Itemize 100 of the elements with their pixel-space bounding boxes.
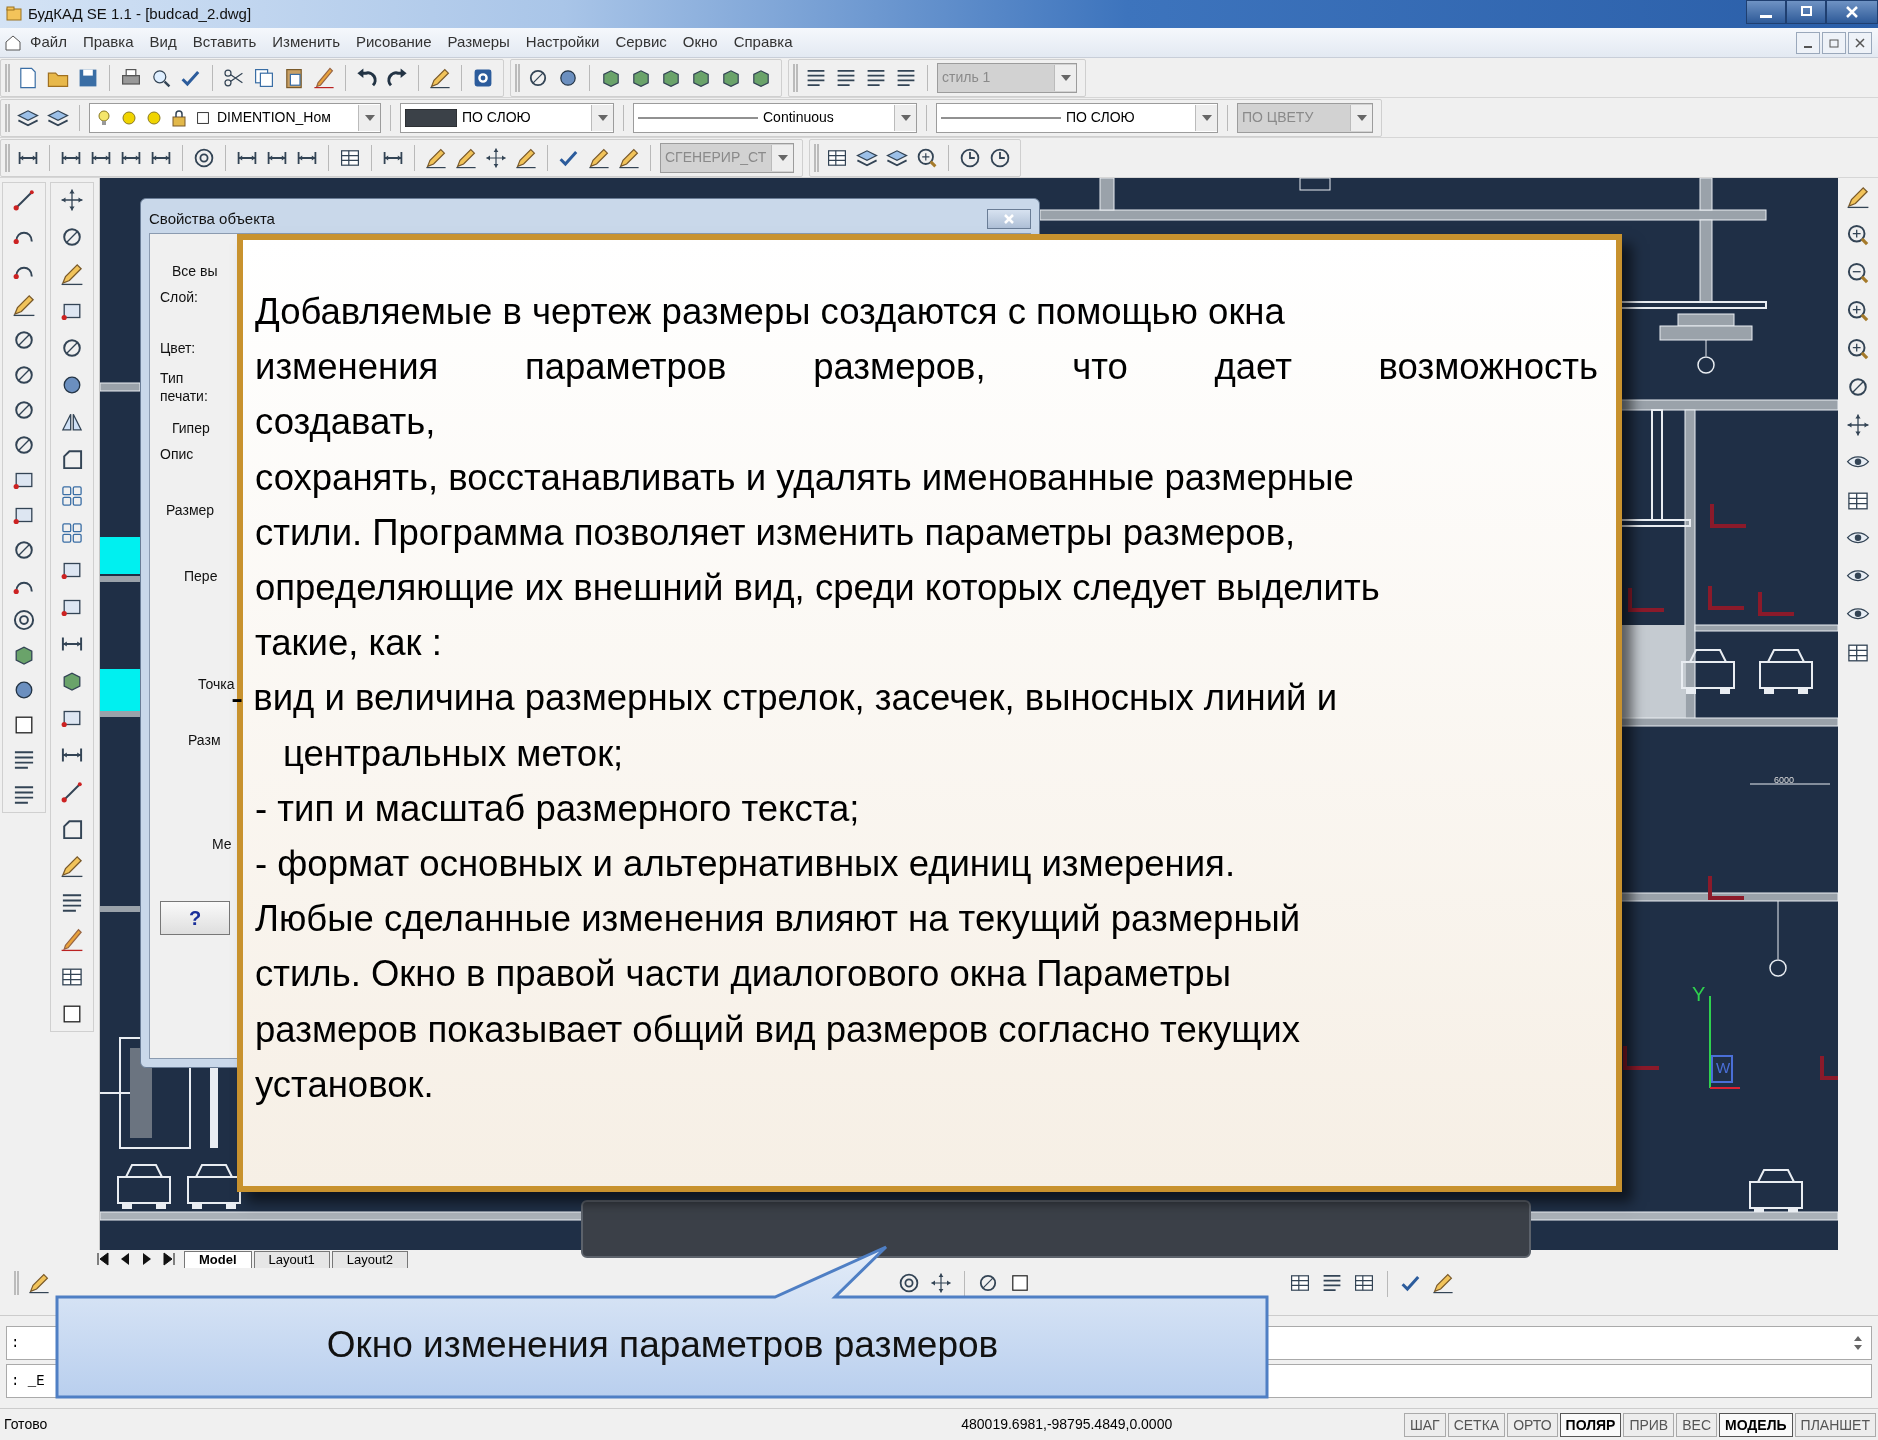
close-button[interactable] bbox=[1848, 31, 1872, 54]
caret-icon[interactable] bbox=[597, 114, 608, 121]
pencil-icon[interactable] bbox=[59, 261, 85, 287]
move-icon[interactable] bbox=[1845, 412, 1871, 438]
close-icon bbox=[1003, 213, 1015, 225]
pencil-icon[interactable] bbox=[11, 292, 37, 318]
paragraph-line: Любые сделанные изменения влияют на текущий размерный bbox=[255, 897, 1301, 942]
paragraph-line: размеров показывает общий вид размеров согласно текущих bbox=[255, 1007, 1300, 1052]
status-toggle[interactable]: ПРИВ bbox=[1623, 1412, 1675, 1437]
linetype-dropdown[interactable]: Continuous bbox=[633, 102, 917, 133]
paragraph-line: - формат основных и альтернативных единиц измерения. bbox=[255, 842, 1236, 887]
app-icon bbox=[6, 6, 22, 22]
close-button[interactable] bbox=[1826, 0, 1878, 24]
caret-icon[interactable] bbox=[900, 114, 911, 121]
move-icon[interactable] bbox=[59, 187, 85, 213]
line-icon[interactable] bbox=[59, 779, 85, 805]
status-message: Готово bbox=[4, 1415, 48, 1434]
paragraph-line: сохранять, восстанавливать и удалять именованные размерные bbox=[255, 455, 1354, 500]
layout-tab[interactable]: Layout2 bbox=[331, 1251, 409, 1268]
field-label: Цвет: bbox=[160, 339, 197, 357]
status-toggle[interactable]: ПЛАНШЕТ bbox=[1794, 1412, 1876, 1437]
paragraph-line: определяющие их внешний вид, среди которых следует выделить bbox=[255, 566, 1380, 610]
first-page-icon[interactable] bbox=[96, 1252, 110, 1266]
menu-item[interactable]: Сервис bbox=[607, 31, 675, 54]
last-page-icon[interactable] bbox=[162, 1252, 176, 1266]
dialog-close-button[interactable] bbox=[987, 209, 1031, 229]
minimize-button[interactable] bbox=[1796, 31, 1820, 54]
layer-dropdown[interactable]: DIMENTION_Ном bbox=[89, 102, 381, 133]
menu-item[interactable]: Размеры bbox=[439, 31, 518, 54]
pencil-icon[interactable] bbox=[59, 853, 85, 879]
pencil-icon[interactable] bbox=[1431, 1271, 1455, 1295]
target-icon[interactable] bbox=[897, 1271, 921, 1295]
restore-icon bbox=[1828, 36, 1840, 49]
status-toggle[interactable]: ПОЛЯР bbox=[1559, 1412, 1622, 1437]
restore-icon bbox=[1799, 6, 1813, 18]
status-toggle[interactable]: МОДЕЛЬ bbox=[1719, 1412, 1793, 1437]
maximize-button[interactable] bbox=[1786, 0, 1826, 24]
menu-item[interactable]: Вид bbox=[141, 31, 185, 54]
layout-tab[interactable]: Model bbox=[184, 1251, 252, 1268]
toolbar-grip[interactable] bbox=[5, 103, 10, 132]
window-title: БудКАД SE 1.1 - [budcad_2.dwg] bbox=[28, 3, 252, 24]
menu-item[interactable]: Файл bbox=[22, 31, 75, 54]
dimension-text: 6000 bbox=[1774, 774, 1795, 787]
menu-item[interactable]: Вставить bbox=[184, 31, 265, 54]
paragraph-line: изменения параметров размеров, что дает возможность bbox=[255, 345, 1598, 390]
menu-item[interactable]: Рисование bbox=[347, 31, 440, 54]
zoom-in-icon[interactable] bbox=[1845, 222, 1871, 248]
status-toggle[interactable]: СЕТКА bbox=[1447, 1412, 1506, 1437]
minimize-button[interactable] bbox=[1746, 0, 1786, 24]
status-toggle[interactable]: ВЕС bbox=[1676, 1412, 1717, 1437]
dialog-title: Свойства объекта bbox=[149, 208, 275, 229]
pencil-icon[interactable] bbox=[1845, 184, 1871, 210]
move-icon[interactable] bbox=[929, 1271, 953, 1295]
toolbar-grip[interactable] bbox=[5, 143, 10, 172]
status-toggle[interactable]: ШАГ bbox=[1403, 1412, 1446, 1437]
menu-item[interactable]: Изменить bbox=[264, 31, 348, 54]
minimize-icon bbox=[1804, 45, 1812, 48]
zoom-out-icon[interactable] bbox=[1845, 260, 1871, 286]
move-icon[interactable] bbox=[484, 145, 508, 170]
pencil-icon[interactable] bbox=[27, 1271, 51, 1295]
brush-icon[interactable] bbox=[312, 65, 336, 90]
panel-label: Размер bbox=[166, 501, 215, 519]
line-icon[interactable] bbox=[11, 187, 37, 213]
toolbar-grip[interactable] bbox=[793, 63, 798, 92]
status-toggle[interactable]: ОРТО bbox=[1507, 1412, 1558, 1437]
toolbar-grip[interactable] bbox=[5, 63, 10, 92]
lineweight-dropdown[interactable]: ПО СЛОЮ bbox=[936, 102, 1218, 133]
color-dropdown[interactable]: ПО СЛОЮ bbox=[400, 102, 614, 133]
layout-tab[interactable]: Layout1 bbox=[253, 1251, 330, 1268]
paragraph-line: установок. bbox=[255, 1062, 434, 1107]
menu-item[interactable]: Правка bbox=[74, 31, 142, 54]
zoom-in-icon[interactable] bbox=[1845, 298, 1871, 324]
callout-text: Окно изменения параметров размеров bbox=[325, 1323, 1000, 1367]
field-label: Пере bbox=[184, 567, 219, 585]
group-label: Гипер bbox=[172, 419, 210, 437]
paragraph-line: стили. Программа позволяет изменить параметры размеров, bbox=[255, 510, 1296, 555]
minimize-icon bbox=[1760, 14, 1772, 18]
menu-item[interactable]: Окно bbox=[674, 31, 726, 54]
scroll-arrows-icon[interactable] bbox=[1853, 1335, 1863, 1351]
paragraph-line: такие, как : bbox=[255, 621, 442, 666]
toolbar-grip[interactable] bbox=[814, 143, 819, 172]
toolbar-grip[interactable] bbox=[515, 63, 520, 92]
target-icon[interactable] bbox=[11, 607, 37, 633]
lock-icon[interactable] bbox=[169, 107, 189, 128]
menu-item[interactable]: Справка bbox=[725, 31, 801, 54]
paragraph-line: создавать, bbox=[255, 400, 436, 445]
brush-icon[interactable] bbox=[59, 927, 85, 953]
grid-icon[interactable] bbox=[59, 483, 85, 509]
field-label: Опис bbox=[160, 445, 195, 463]
grid-icon[interactable] bbox=[59, 520, 85, 546]
menu-item[interactable]: Настройки bbox=[517, 31, 608, 54]
field-label: Разм bbox=[188, 731, 222, 749]
caret-icon[interactable] bbox=[364, 114, 375, 121]
caret-icon[interactable] bbox=[1201, 114, 1212, 121]
toolbar-grip[interactable] bbox=[14, 1271, 19, 1295]
help-button[interactable]: ? bbox=[160, 901, 230, 935]
zoom-in-icon[interactable] bbox=[1845, 336, 1871, 362]
command-line-text: : bbox=[11, 1333, 20, 1353]
paragraph-line: Добавляемые в чертеж размеры создаются с помощью окна bbox=[255, 290, 1285, 334]
axis-label: W bbox=[1716, 1058, 1731, 1078]
